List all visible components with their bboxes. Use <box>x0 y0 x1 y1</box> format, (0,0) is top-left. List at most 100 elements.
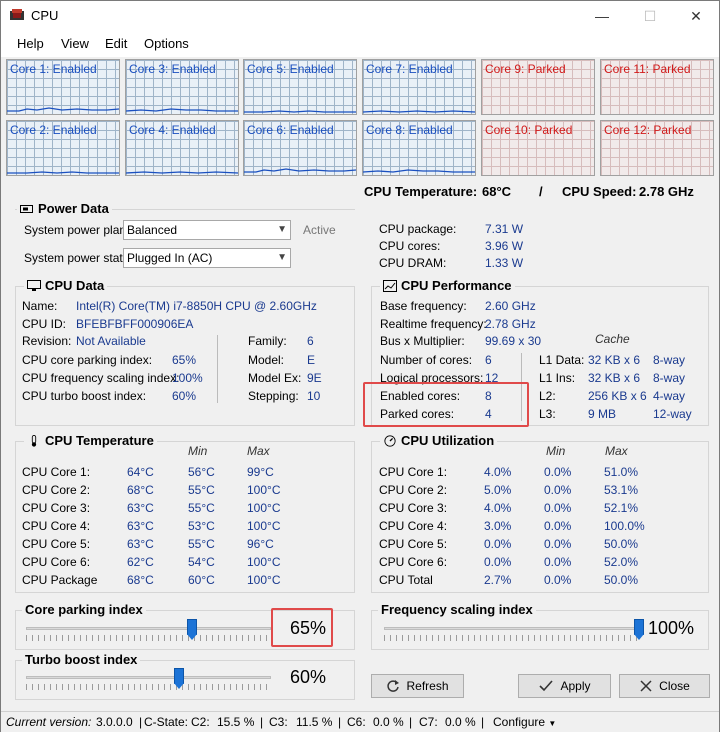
core-parking-slider-title: Core parking index <box>22 602 146 617</box>
cache-size: 9 MB <box>588 407 617 421</box>
temp-current: 68°C <box>127 483 154 497</box>
core-status-label: Core 9: Parked <box>485 62 566 76</box>
cache-associativity: 8-way <box>653 353 686 367</box>
core-usage-line <box>244 110 356 113</box>
menu-edit[interactable]: Edit <box>105 36 127 51</box>
util-current: 2.7% <box>484 573 512 587</box>
core-parking-highlight <box>271 608 333 647</box>
frequency-slider-track[interactable] <box>384 627 639 630</box>
frequency-scaling-index-label: CPU frequency scaling index: <box>22 371 180 385</box>
apply-button[interactable]: Apply <box>518 674 611 698</box>
temp-min: 60°C <box>188 573 215 587</box>
core-graph-7: Core 2: Enabled <box>6 120 120 176</box>
minimize-button[interactable]: — <box>579 1 625 31</box>
version-label: Current version: <box>6 715 92 729</box>
temp-max: 99°C <box>247 465 274 479</box>
close-button[interactable]: Close <box>619 674 710 698</box>
core-status-label: Core 1: Enabled <box>10 62 97 76</box>
turbo-slider-thumb[interactable] <box>174 668 184 689</box>
core-status-label: Core 10: Parked <box>485 123 573 137</box>
util-max: 52.1% <box>604 501 639 515</box>
close-window-button[interactable]: ✕ <box>673 1 719 31</box>
power-state-select[interactable]: Plugged In (AC) ▼ <box>123 248 291 268</box>
refresh-icon <box>387 680 400 692</box>
family-value: 6 <box>307 334 314 348</box>
util-row-label: CPU Core 1: <box>379 465 448 479</box>
util-current: 0.0% <box>484 537 512 551</box>
menu-options[interactable]: Options <box>144 36 189 51</box>
menu-view[interactable]: View <box>61 36 89 51</box>
util-min: 0.0% <box>544 519 572 533</box>
core-usage-line <box>7 107 119 112</box>
util-max: 53.1% <box>604 483 639 497</box>
power-plan-select[interactable]: Balanced ▼ <box>123 220 291 240</box>
temp-current: 62°C <box>127 555 154 569</box>
power-row-value: 7.31 W <box>485 222 524 236</box>
temp-min-header: Min <box>188 444 208 458</box>
cpu-speed-label: CPU Speed: <box>562 184 637 199</box>
cache-size: 256 KB x 6 <box>588 389 647 403</box>
util-current: 4.0% <box>484 501 512 515</box>
model-ex-value: 9E <box>307 371 322 385</box>
power-row-label: CPU DRAM: <box>379 256 447 270</box>
core-parking-slider-ticks <box>26 635 271 641</box>
performance-chart-icon <box>383 279 397 292</box>
temp-row-label: CPU Core 5: <box>22 537 91 551</box>
core-status-label: Core 11: Parked <box>604 62 691 76</box>
util-max: 50.0% <box>604 573 639 587</box>
divider <box>217 335 218 403</box>
frequency-slider-thumb[interactable] <box>634 619 644 640</box>
maximize-button[interactable]: ☐ <box>627 1 673 31</box>
cache-size: 32 KB x 6 <box>588 353 641 367</box>
stepping-label: Stepping: <box>248 389 299 403</box>
util-max: 100.0% <box>604 519 645 533</box>
temp-row-label: CPU Core 2: <box>22 483 91 497</box>
close-icon <box>640 680 652 692</box>
core-parking-slider-track[interactable] <box>26 627 271 630</box>
core-status-label: Core 7: Enabled <box>366 62 453 76</box>
util-min: 0.0% <box>544 501 572 515</box>
turbo-slider-title: Turbo boost index <box>22 652 141 667</box>
cache-associativity: 8-way <box>653 371 686 385</box>
core-status-label: Core 12: Parked <box>604 123 692 137</box>
temp-min: 55°C <box>188 537 215 551</box>
cache-label: L1 Data: <box>539 353 585 367</box>
cpu-temperature-label: CPU Temperature: <box>364 184 478 199</box>
c7-value: 0.0 % <box>445 715 476 729</box>
model-label: Model: <box>248 353 285 367</box>
menu-help[interactable]: Help <box>17 36 44 51</box>
core-parking-slider-thumb[interactable] <box>186 619 197 640</box>
battery-icon <box>20 204 33 213</box>
perf-label: Realtime frequency: <box>380 317 487 331</box>
power-row-value: 1.33 W <box>485 256 524 270</box>
core-usage-line <box>7 171 119 174</box>
perf-value: 2.60 GHz <box>485 299 536 313</box>
refresh-button[interactable]: Refresh <box>371 674 464 698</box>
power-state-label: System power state: <box>24 251 133 265</box>
checkmark-icon <box>539 680 554 692</box>
temp-min: 55°C <box>188 483 215 497</box>
temp-min: 54°C <box>188 555 215 569</box>
temp-row-label: CPU Core 3: <box>22 501 91 515</box>
temp-max: 100°C <box>247 555 281 569</box>
c6-value: 0.0 % <box>373 715 404 729</box>
temp-row-label: CPU Core 1: <box>22 465 91 479</box>
temp-row-label: CPU Core 4: <box>22 519 91 533</box>
util-min: 0.0% <box>544 573 572 587</box>
cache-associativity: 4-way <box>653 389 686 403</box>
monitor-icon <box>27 279 41 291</box>
configure-dropdown[interactable]: Configure ▼ <box>493 715 556 729</box>
cpu-utilization-title: CPU Utilization <box>380 433 498 448</box>
core-graph-11: Core 10: Parked <box>481 120 595 176</box>
util-current: 3.0% <box>484 519 512 533</box>
power-row-value: 3.96 W <box>485 239 524 253</box>
core-graph-10: Core 8: Enabled <box>362 120 476 176</box>
cache-label: L1 Ins: <box>539 371 576 385</box>
temp-max: 100°C <box>247 573 281 587</box>
util-row-label: CPU Core 3: <box>379 501 448 515</box>
temp-max-header: Max <box>247 444 270 458</box>
turbo-boost-index-value: 60% <box>172 389 197 403</box>
cpu-id-value: BFEBFBFF000906EA <box>76 317 194 331</box>
temp-current: 63°C <box>127 501 154 515</box>
turbo-slider-track[interactable] <box>26 676 271 679</box>
